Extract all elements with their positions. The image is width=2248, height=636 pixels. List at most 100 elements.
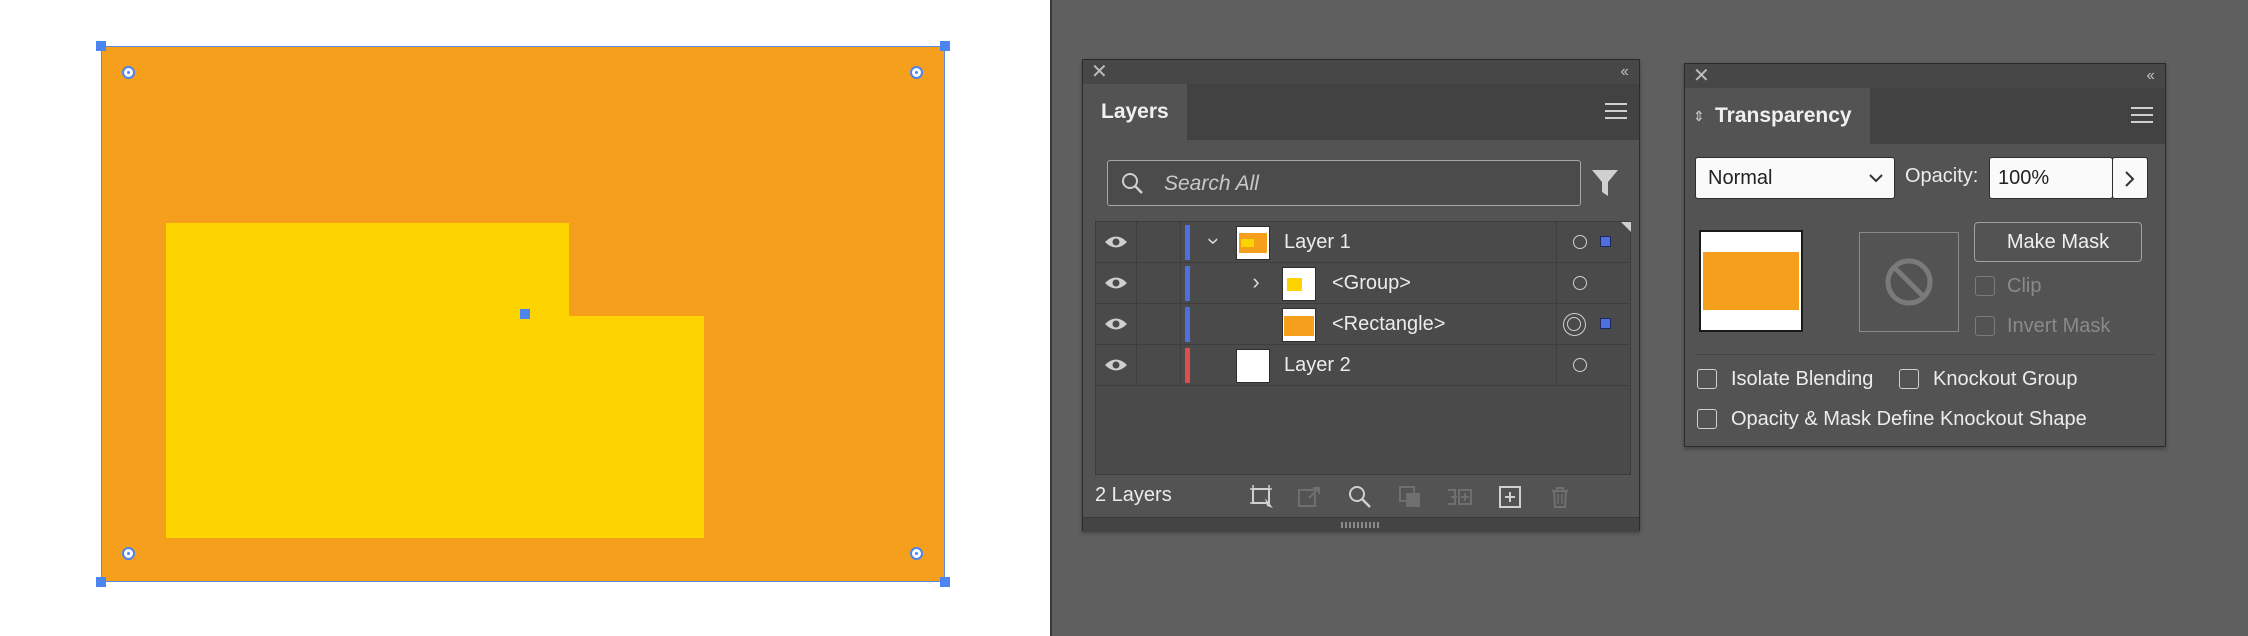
layers-panel-topbar[interactable]: ✕ ‹‹ [1083,60,1639,84]
target-icon-selected[interactable] [1563,313,1586,336]
transparency-panel-topbar[interactable]: ✕ ‹‹ [1685,64,2165,88]
expand-options-icon[interactable]: ⇕ [1693,88,1705,144]
target-column [1556,304,1631,344]
visibility-toggle[interactable] [1096,345,1137,385]
target-icon[interactable] [1573,358,1587,372]
opacity-label: Opacity: [1905,165,1979,187]
trash-icon [1552,487,1568,508]
layers-tabbar: Layers [1083,84,1639,140]
selection-handle-bottom-right[interactable] [940,577,950,587]
knockout-group-label: Knockout Group [1933,368,2078,390]
clip-label: Clip [2007,275,2042,297]
yellow-shape-top[interactable] [166,223,569,317]
search-icon [1122,173,1143,194]
layers-list: › Layer 1 › <Group> <Rectangle> Layer 2 [1095,221,1631,475]
tab-layers[interactable]: Layers [1083,84,1187,140]
transparency-tabbar: ⇕ Transparency [1685,88,2165,144]
lock-toggle[interactable] [1136,263,1181,303]
opacity-mask-define-label: Opacity & Mask Define Knockout Shape [1731,408,2087,430]
selection-handle-bottom-left[interactable] [96,577,106,587]
layer-name[interactable]: Layer 2 [1284,345,1351,386]
layers-panel: ✕ ‹‹ Layers › Layer 1 [1082,59,1640,532]
object-thumbnail[interactable] [1699,230,1803,332]
corner-widget-top-right[interactable] [910,66,923,79]
opacity-slider-button[interactable] [2112,157,2148,199]
eye-icon [1105,277,1127,289]
locate-object-icon[interactable] [1347,484,1373,510]
artboard-canvas[interactable] [0,0,1050,636]
layers-footer: 2 Layers [1083,476,1639,516]
layer-name[interactable]: Layer 1 [1284,222,1351,263]
clip-checkbox[interactable] [1975,276,1995,296]
visibility-toggle[interactable] [1096,263,1137,303]
selection-handle-top-right[interactable] [940,41,950,51]
selection-handle-top-left[interactable] [96,41,106,51]
selection-indicator[interactable] [1600,236,1611,247]
isolate-blending-label: Isolate Blending [1731,368,1874,390]
opacity-input[interactable]: 100% [1989,157,2113,199]
layer-color-bar [1185,225,1190,260]
target-column [1556,222,1631,262]
close-icon[interactable]: ✕ [1693,65,1710,87]
chevron-down-icon [1869,174,1883,183]
panel-resize-grip[interactable] [1083,517,1639,532]
new-layer-icon[interactable] [1497,484,1523,510]
divider [1695,354,2155,355]
invert-mask-checkbox[interactable] [1975,316,1995,336]
chevron-right-icon [2125,171,2135,187]
layer-name[interactable]: <Group> [1332,263,1411,304]
eye-icon [1105,318,1127,330]
mask-thumbnail[interactable] [1859,232,1959,332]
blend-mode-dropdown[interactable]: Normal [1695,157,1895,199]
center-point[interactable] [520,309,530,319]
layer-color-bar [1185,307,1190,342]
corner-widget-bottom-left[interactable] [122,547,135,560]
layer-row-layer-2[interactable]: Layer 2 [1096,345,1630,386]
invert-mask-label: Invert Mask [2007,315,2111,337]
collect-for-export-icon[interactable] [1249,484,1275,510]
collapse-panel-icon[interactable]: ‹‹ [2146,66,2155,86]
lock-toggle[interactable] [1136,304,1181,344]
opacity-value: 100% [1998,167,2050,189]
yellow-shape-bottom[interactable] [166,316,704,538]
tab-transparency[interactable]: ⇕ Transparency [1685,88,1870,144]
layer-name[interactable]: <Rectangle> [1332,304,1445,345]
lock-toggle[interactable] [1136,222,1181,262]
chevron-down-icon[interactable]: › [1201,231,1227,251]
corner-widget-bottom-right[interactable] [910,547,923,560]
isolate-blending-checkbox[interactable] [1697,369,1717,389]
rectangle-thumbnail [1282,308,1316,342]
make-mask-button[interactable]: Make Mask [1974,222,2142,262]
layer-row-rectangle[interactable]: <Rectangle> [1096,304,1630,345]
export-icon [1298,487,1320,507]
visibility-toggle[interactable] [1096,304,1137,344]
target-column [1556,345,1631,385]
lock-toggle[interactable] [1136,345,1181,385]
knockout-group-checkbox[interactable] [1899,369,1919,389]
search-input[interactable] [1162,167,1566,201]
panel-menu-icon[interactable] [1605,102,1627,120]
close-icon[interactable]: ✕ [1091,61,1108,83]
layer-row-layer-1[interactable]: › Layer 1 [1096,222,1631,263]
filter-icon[interactable] [1591,168,1619,198]
layers-search-box[interactable] [1107,160,1581,206]
panel-menu-icon[interactable] [2131,106,2153,124]
selection-indicator[interactable] [1600,318,1611,329]
blend-mode-value: Normal [1708,167,1773,189]
opacity-mask-define-checkbox[interactable] [1697,409,1717,429]
layer-color-bar [1185,348,1190,383]
collapse-panel-icon[interactable]: ‹‹ [1620,62,1629,82]
group-thumbnail [1282,267,1316,301]
layer-color-bar [1185,266,1190,301]
orange-rectangle[interactable] [101,46,945,582]
visibility-toggle[interactable] [1096,222,1137,262]
chevron-right-icon[interactable]: › [1246,269,1266,295]
eye-icon [1105,359,1127,371]
target-icon[interactable] [1573,276,1587,290]
corner-widget-top-left[interactable] [122,66,135,79]
layer-row-group[interactable]: › <Group> [1096,263,1630,304]
canvas-divider [1050,0,1052,636]
create-sublayer-icon [1448,489,1472,505]
tab-transparency-label: Transparency [1715,104,1852,127]
target-icon[interactable] [1573,235,1587,249]
